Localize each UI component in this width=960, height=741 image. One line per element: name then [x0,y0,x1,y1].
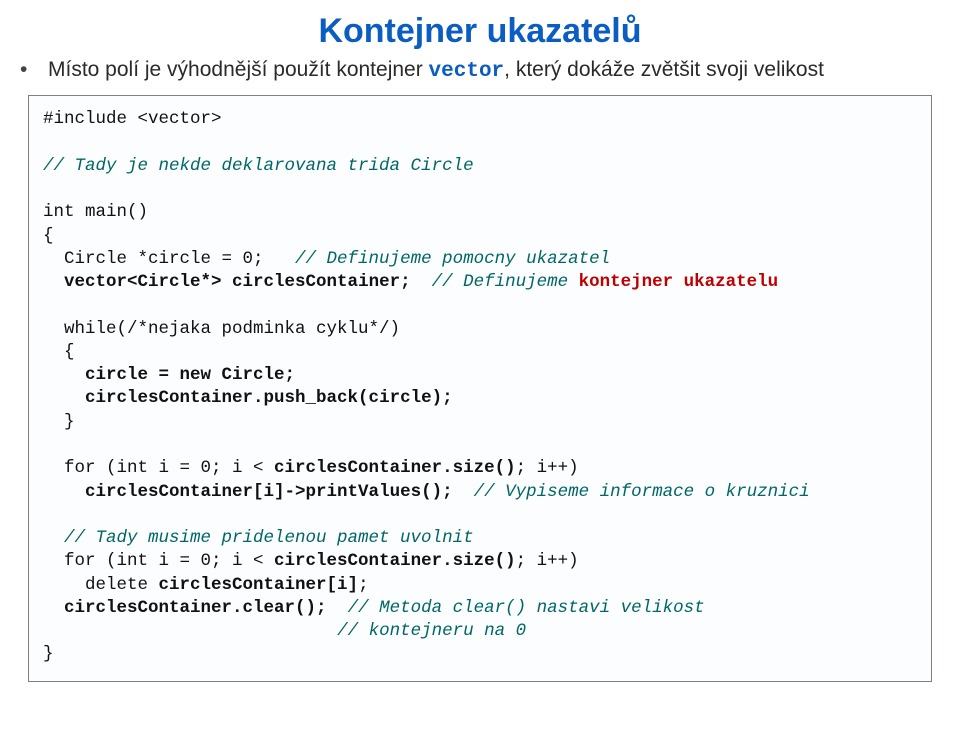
code-line [327,598,348,618]
code-line: } [43,412,75,432]
code-line: #include <vector> [43,109,222,129]
code-line: ; i++) [516,458,579,478]
slide: Kontejner ukazatelů •Místo polí je výhod… [0,0,960,741]
code-line: Circle *circle = 0; [43,249,295,269]
code-bold: circlesContainer[i]->printValues(); [85,482,453,502]
intro-text-pre: Místo polí je výhodnější použít kontejne… [48,58,429,81]
code-line: { [43,226,54,246]
code-line [43,388,85,408]
code-block: #include <vector> // Tady je nekde dekla… [28,95,932,681]
code-line: ; i++) [516,551,579,571]
code-line: delete [43,575,159,595]
code-line [43,482,85,502]
code-bold: circlesContainer.size() [274,551,516,571]
code-comment: // Vypiseme informace o kruznici [474,482,810,502]
code-line [453,482,474,502]
code-line: ; [358,575,369,595]
code-line: } [43,644,54,664]
code-bold: circlesContainer.size() [274,458,516,478]
code-bold: vector<Circle*> circlesContainer; [64,272,411,292]
code-comment: // Definujeme [432,272,579,292]
code-line [43,365,85,385]
code-line: { [43,342,75,362]
code-bold: circlesContainer.push_back(circle); [85,388,453,408]
intro-code-keyword: vector [429,60,505,83]
code-bold: circlesContainer.clear(); [64,598,327,618]
code-line [411,272,432,292]
intro-text-post: , který dokáže zvětšit svoji velikost [504,58,824,81]
code-highlight: kontejner ukazatelu [579,272,779,292]
code-bold: circle = new Circle; [85,365,295,385]
code-line: for (int i = 0; i < [43,551,274,571]
code-line: while(/*nejaka podminka cyklu*/) [43,319,400,339]
code-comment: // Metoda clear() nastavi velikost [348,598,705,618]
code-line [43,621,337,641]
code-comment: // Tady je nekde deklarovana trida Circl… [43,156,474,176]
code-line [43,272,64,292]
code-comment: // Tady musime pridelenou pamet uvolnit [43,528,474,548]
bullet-icon: • [34,57,48,83]
code-comment: // kontejneru na 0 [337,621,526,641]
intro-paragraph: •Místo polí je výhodnější použít kontejn… [28,57,932,85]
code-line: int main() [43,202,148,222]
code-line [43,598,64,618]
slide-title: Kontejner ukazatelů [28,12,932,51]
code-bold: circlesContainer[i] [159,575,359,595]
code-line: for (int i = 0; i < [43,458,274,478]
code-comment: // Definujeme pomocny ukazatel [295,249,610,269]
